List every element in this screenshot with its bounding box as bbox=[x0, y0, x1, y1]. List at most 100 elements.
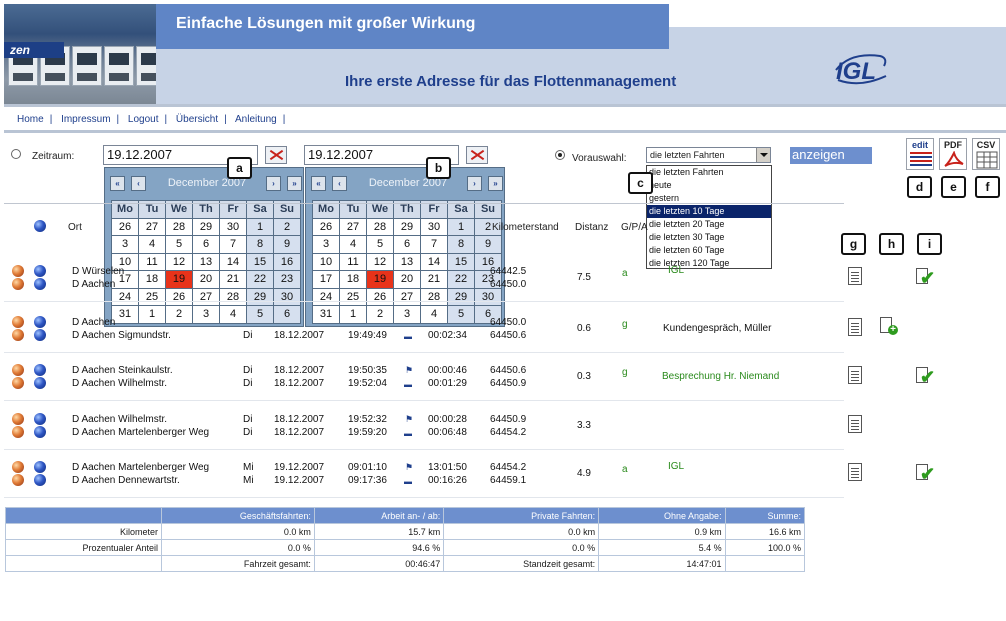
globe-icon[interactable] bbox=[34, 461, 46, 473]
calendar-day[interactable]: 28 bbox=[219, 287, 247, 306]
calendar-day[interactable]: 13 bbox=[393, 252, 421, 271]
calendar-day[interactable]: 30 bbox=[420, 217, 448, 236]
calendar-day[interactable]: 12 bbox=[366, 252, 394, 271]
nav-home[interactable]: Home bbox=[17, 114, 44, 125]
nav-anleitung[interactable]: Anleitung bbox=[235, 114, 277, 125]
document-icon[interactable] bbox=[848, 366, 862, 384]
calendar-day[interactable]: 26 bbox=[366, 287, 394, 306]
calendar-day[interactable]: 11 bbox=[339, 252, 367, 271]
calendar-day[interactable]: 9 bbox=[474, 235, 502, 254]
calendar-day[interactable]: 31 bbox=[111, 305, 139, 324]
gpa-code[interactable]: g bbox=[622, 319, 628, 330]
radio-vorauswahl[interactable] bbox=[555, 150, 565, 160]
calendar-day[interactable]: 18 bbox=[138, 270, 166, 289]
dropdown-option[interactable]: die letzten Fahrten bbox=[647, 166, 771, 179]
globe-icon[interactable] bbox=[34, 377, 46, 389]
calendar-day[interactable]: 8 bbox=[447, 235, 475, 254]
calendar-day[interactable]: 21 bbox=[219, 270, 247, 289]
calendar-day[interactable]: 28 bbox=[366, 217, 394, 236]
calendar-day[interactable]: 25 bbox=[339, 287, 367, 306]
clear-date-to-button[interactable] bbox=[466, 146, 488, 164]
calendar-day[interactable]: 14 bbox=[219, 252, 247, 271]
calendar-day[interactable]: 21 bbox=[420, 270, 448, 289]
document-icon[interactable] bbox=[848, 463, 862, 481]
prev-month-button[interactable]: ‹ bbox=[131, 176, 146, 191]
calendar-day[interactable]: 30 bbox=[219, 217, 247, 236]
calendar-day[interactable]: 1 bbox=[246, 217, 274, 236]
prev-year-button[interactable]: « bbox=[110, 176, 125, 191]
globe-icon[interactable] bbox=[34, 426, 46, 438]
calendar-day[interactable]: 11 bbox=[138, 252, 166, 271]
checkmark-icon[interactable]: ✔ bbox=[916, 268, 935, 287]
globe-icon[interactable] bbox=[34, 364, 46, 376]
dropdown-option[interactable]: die letzten 30 Tage bbox=[647, 231, 771, 244]
nav-uebersicht[interactable]: Übersicht bbox=[176, 114, 218, 125]
calendar-day[interactable]: 27 bbox=[138, 217, 166, 236]
calendar-day[interactable]: 1 bbox=[339, 305, 367, 324]
calendar-day[interactable]: 7 bbox=[420, 235, 448, 254]
calendar-day[interactable]: 18 bbox=[339, 270, 367, 289]
radio-zeitraum[interactable] bbox=[11, 149, 21, 159]
calendar-day[interactable]: 28 bbox=[420, 287, 448, 306]
calendar-day[interactable]: 22 bbox=[447, 270, 475, 289]
add-note-icon[interactable]: + bbox=[880, 317, 898, 337]
calendar-day[interactable]: 2 bbox=[366, 305, 394, 324]
calendar-day[interactable]: 24 bbox=[312, 287, 340, 306]
next-year-button[interactable]: » bbox=[287, 176, 302, 191]
calendar-day[interactable]: 12 bbox=[165, 252, 193, 271]
document-icon[interactable] bbox=[848, 267, 862, 285]
calendar-day[interactable]: 23 bbox=[273, 270, 301, 289]
nav-impressum[interactable]: Impressum bbox=[61, 114, 110, 125]
calendar-day[interactable]: 30 bbox=[474, 287, 502, 306]
dropdown-option-selected[interactable]: die letzten 10 Tage bbox=[647, 205, 771, 218]
calendar-day[interactable]: 25 bbox=[138, 287, 166, 306]
calendar-day[interactable]: 20 bbox=[192, 270, 220, 289]
gpa-code[interactable]: g bbox=[622, 367, 628, 378]
calendar-day[interactable]: 27 bbox=[339, 217, 367, 236]
csv-export-icon[interactable]: CSV bbox=[972, 138, 1000, 170]
calendar-day[interactable]: 20 bbox=[393, 270, 421, 289]
calendar-day[interactable]: 3 bbox=[393, 305, 421, 324]
next-month-button[interactable]: › bbox=[467, 176, 482, 191]
prev-month-button[interactable]: ‹ bbox=[332, 176, 347, 191]
calendar-day[interactable]: 16 bbox=[273, 252, 301, 271]
calendar-day[interactable]: 6 bbox=[192, 235, 220, 254]
calendar-day[interactable]: 26 bbox=[111, 217, 139, 236]
next-year-button[interactable]: » bbox=[488, 176, 503, 191]
edit-export-icon[interactable]: edit bbox=[906, 138, 934, 170]
dropdown-option[interactable]: die letzten 120 Tage bbox=[647, 257, 771, 270]
calendar-day[interactable]: 14 bbox=[420, 252, 448, 271]
calendar-day[interactable]: 2 bbox=[273, 217, 301, 236]
prev-year-button[interactable]: « bbox=[311, 176, 326, 191]
calendar-day[interactable]: 27 bbox=[192, 287, 220, 306]
calendar-day[interactable]: 3 bbox=[312, 235, 340, 254]
next-month-button[interactable]: › bbox=[266, 176, 281, 191]
calendar-day[interactable]: 27 bbox=[393, 287, 421, 306]
calendar-day[interactable]: 28 bbox=[165, 217, 193, 236]
checkmark-icon[interactable]: ✔ bbox=[916, 464, 935, 483]
calendar-day[interactable]: 8 bbox=[246, 235, 274, 254]
globe-icon[interactable] bbox=[34, 265, 46, 277]
calendar-day[interactable]: 2 bbox=[165, 305, 193, 324]
calendar-day[interactable]: 17 bbox=[312, 270, 340, 289]
globe-icon[interactable] bbox=[34, 316, 46, 328]
calendar-day[interactable]: 7 bbox=[219, 235, 247, 254]
dropdown-option[interactable]: die letzten 60 Tage bbox=[647, 244, 771, 257]
document-icon[interactable] bbox=[848, 415, 862, 433]
calendar-day[interactable]: 22 bbox=[246, 270, 274, 289]
document-icon[interactable] bbox=[848, 318, 862, 336]
anzeigen-button[interactable]: anzeigen bbox=[790, 147, 872, 164]
calendar-day[interactable]: 19 bbox=[366, 270, 394, 289]
calendar-day[interactable]: 6 bbox=[393, 235, 421, 254]
calendar-day[interactable]: 29 bbox=[447, 287, 475, 306]
calendar-day[interactable]: 9 bbox=[273, 235, 301, 254]
calendar-day[interactable]: 5 bbox=[447, 305, 475, 324]
calendar-day[interactable]: 13 bbox=[192, 252, 220, 271]
nav-logout[interactable]: Logout bbox=[128, 114, 159, 125]
calendar-day[interactable]: 1 bbox=[138, 305, 166, 324]
calendar-day[interactable]: 29 bbox=[246, 287, 274, 306]
calendar-day[interactable]: 3 bbox=[111, 235, 139, 254]
calendar-day[interactable]: 5 bbox=[246, 305, 274, 324]
calendar-day[interactable]: 15 bbox=[246, 252, 274, 271]
globe-icon[interactable] bbox=[34, 329, 46, 341]
